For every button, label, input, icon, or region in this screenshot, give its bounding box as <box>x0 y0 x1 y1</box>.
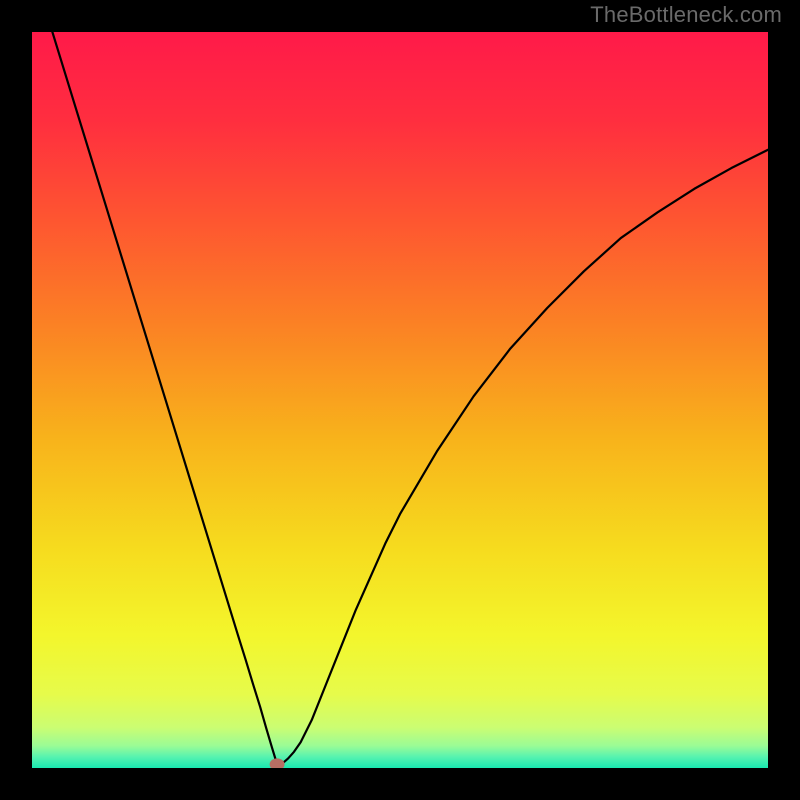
gradient-background <box>32 32 768 768</box>
plot-svg <box>32 32 768 768</box>
plot-area <box>32 32 768 768</box>
attribution-text: TheBottleneck.com <box>590 2 782 28</box>
chart-outer: TheBottleneck.com <box>0 0 800 800</box>
